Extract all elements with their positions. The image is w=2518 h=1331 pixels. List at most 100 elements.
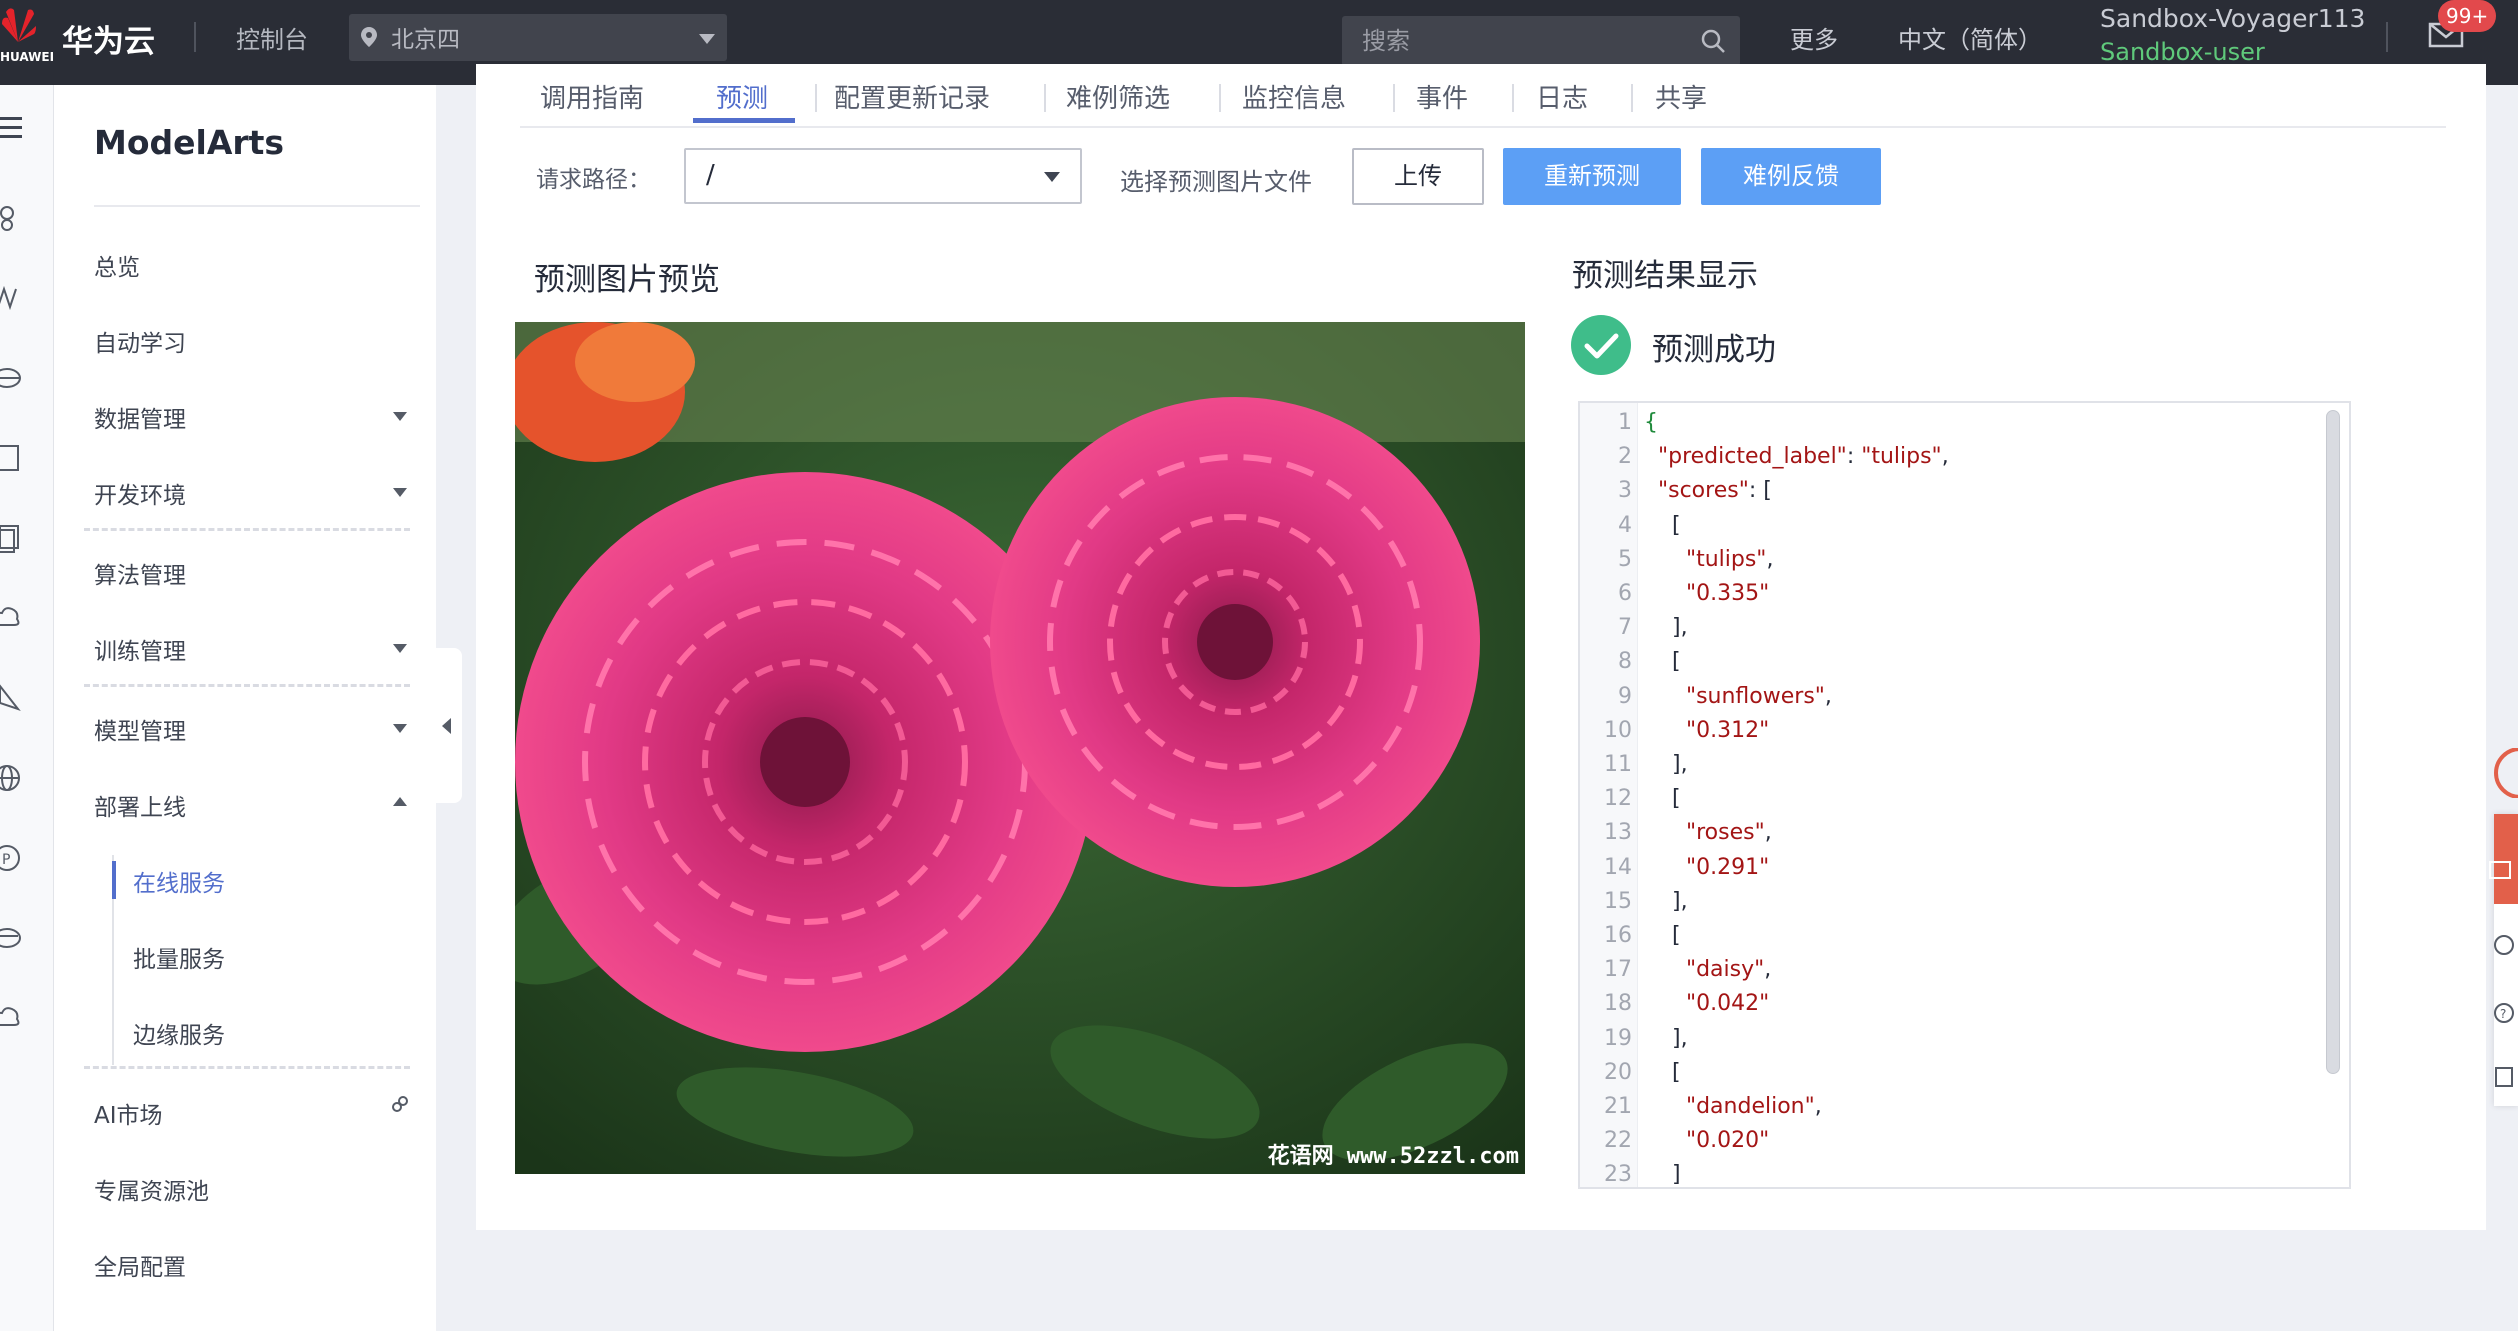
brand-name[interactable]: 华为云 (62, 16, 155, 61)
line-content: [ (1671, 923, 1681, 948)
chat-icon[interactable] (2484, 856, 2514, 886)
tab-logs[interactable]: 日志 (1536, 78, 1588, 115)
line-content: ], (1671, 1025, 1688, 1051)
smile-icon[interactable] (2484, 930, 2514, 960)
divider (84, 1066, 410, 1069)
sidebar-item-model-management[interactable]: 模型管理 (94, 712, 186, 746)
divider (2386, 22, 2388, 52)
chevron-down-icon[interactable] (393, 724, 407, 733)
line-number: 5 (1618, 546, 1632, 572)
sidebar-item-auto-learning[interactable]: 自动学习 (94, 324, 186, 358)
tab-hard-example[interactable]: 难例筛选 (1066, 78, 1170, 115)
divider (1631, 84, 1633, 112)
region-label: 北京四 (391, 27, 460, 53)
line-content: ] (1671, 1162, 1681, 1188)
network-icon[interactable] (0, 203, 22, 233)
chevron-down-icon[interactable] (393, 644, 407, 653)
sidebar-item-ai-market[interactable]: AI市场 (94, 1096, 163, 1130)
sidebar-item-training-management[interactable]: 训练管理 (94, 632, 186, 666)
file-copy-icon[interactable] (0, 523, 22, 553)
sidebar-item-data-management[interactable]: 数据管理 (94, 400, 186, 434)
send-icon[interactable] (0, 683, 22, 713)
chevron-down-icon[interactable] (393, 412, 407, 421)
account-user[interactable]: Sandbox-user (2100, 38, 2265, 66)
more-menu[interactable]: 更多 (1790, 20, 1838, 55)
sidebar-item-dedicated-pool[interactable]: 专属资源池 (94, 1172, 209, 1206)
sidebar: ModelArts 总览 自动学习 数据管理 开发环境 算法管理 训练管理 模型… (54, 85, 436, 1331)
sidebar-item-dev-environment[interactable]: 开发环境 (94, 476, 186, 510)
active-tab-indicator (693, 118, 795, 123)
edit-icon[interactable] (2484, 1062, 2514, 1092)
notification-badge[interactable]: 99+ (2438, 0, 2497, 32)
chevron-up-icon[interactable] (393, 797, 407, 806)
tab-share[interactable]: 共享 (1655, 78, 1707, 115)
region-selector[interactable]: 北京四 (349, 14, 727, 61)
document-icon[interactable] (0, 443, 22, 473)
sidebar-item-deployment[interactable]: 部署上线 (94, 788, 186, 822)
tab-call-guide[interactable]: 调用指南 (540, 78, 644, 115)
huawei-logo[interactable] (0, 2, 36, 48)
line-content: ], (1671, 752, 1688, 777)
line-number: 10 (1604, 717, 1632, 743)
search-icon[interactable] (1700, 28, 1726, 54)
result-json-viewer[interactable]: 1 {2 "predicted_label": "tulips", 3 "score… (1578, 401, 2351, 1189)
line-content: [ (1671, 786, 1681, 812)
storage-icon[interactable] (0, 363, 22, 393)
parking-icon[interactable]: P (0, 843, 22, 873)
line-number: 9 (1618, 683, 1632, 709)
console-link[interactable]: 控制台 (236, 20, 308, 55)
language-selector[interactable]: 中文（简体） (1898, 20, 2042, 55)
line-number: 12 (1604, 786, 1632, 812)
cloud-upload-icon[interactable] (0, 1003, 22, 1033)
scrollbar[interactable] (2326, 410, 2340, 1074)
request-path-value: / (706, 160, 715, 190)
divider (84, 528, 410, 531)
help-icon[interactable]: ? (2484, 998, 2514, 1028)
tab-monitoring[interactable]: 监控信息 (1242, 78, 1346, 115)
search-input[interactable] (1342, 16, 1682, 66)
line-content: [ (1671, 649, 1681, 675)
line-content: "0.020" (1685, 1128, 1770, 1154)
chevron-down-icon (1044, 172, 1060, 182)
database-icon[interactable] (0, 923, 22, 953)
chart-icon[interactable] (0, 283, 22, 313)
prediction-status: 预测成功 (1570, 314, 2370, 378)
line-number: 20 (1604, 1059, 1632, 1085)
location-pin-icon (361, 27, 377, 47)
divider (1044, 84, 1046, 112)
sidebar-title[interactable]: ModelArts (94, 123, 284, 162)
search-box[interactable] (1342, 16, 1740, 66)
hamburger-icon[interactable] (0, 113, 26, 143)
request-path-select[interactable]: / (684, 148, 1082, 204)
sidebar-item-online-service[interactable]: 在线服务 (133, 864, 225, 898)
image-watermark: 花语网 www.52zzl.com (1267, 1144, 1519, 1169)
tab-config-history[interactable]: 配置更新记录 (834, 78, 990, 115)
sidebar-item-batch-service[interactable]: 批量服务 (133, 940, 225, 974)
line-content: "0.291" (1685, 854, 1770, 880)
sidebar-item-algorithm-management[interactable]: 算法管理 (94, 556, 186, 590)
repredict-button[interactable]: 重新预测 (1503, 148, 1681, 205)
globe-icon[interactable] (0, 763, 22, 793)
svg-text:?: ? (2500, 1007, 2506, 1021)
line-number: 23 (1604, 1162, 1632, 1188)
upload-button[interactable]: 上传 (1352, 148, 1484, 205)
external-link-icon[interactable] (391, 1095, 409, 1113)
line-content: "0.042" (1685, 991, 1770, 1017)
tab-predict[interactable]: 预测 (716, 78, 768, 115)
line-number: 11 (1604, 752, 1632, 777)
line-number: 4 (1618, 512, 1632, 538)
chevron-left-icon (442, 718, 451, 734)
sidebar-item-edge-service[interactable]: 边缘服务 (133, 1016, 225, 1050)
sidebar-item-overview[interactable]: 总览 (94, 248, 140, 282)
sidebar-collapse-toggle[interactable] (434, 648, 462, 803)
sidebar-item-global-config[interactable]: 全局配置 (94, 1248, 186, 1282)
line-number: 8 (1618, 649, 1632, 675)
hard-example-feedback-button[interactable]: 难例反馈 (1701, 148, 1881, 205)
chevron-down-icon[interactable] (393, 488, 407, 497)
assistant-logo-icon[interactable] (2490, 748, 2518, 798)
account-name[interactable]: Sandbox-Voyager113 (2100, 4, 2365, 33)
preview-title: 预测图片预览 (534, 262, 720, 298)
tab-events[interactable]: 事件 (1416, 78, 1468, 115)
status-text: 预测成功 (1652, 332, 1776, 368)
cloud-icon[interactable] (0, 603, 22, 633)
